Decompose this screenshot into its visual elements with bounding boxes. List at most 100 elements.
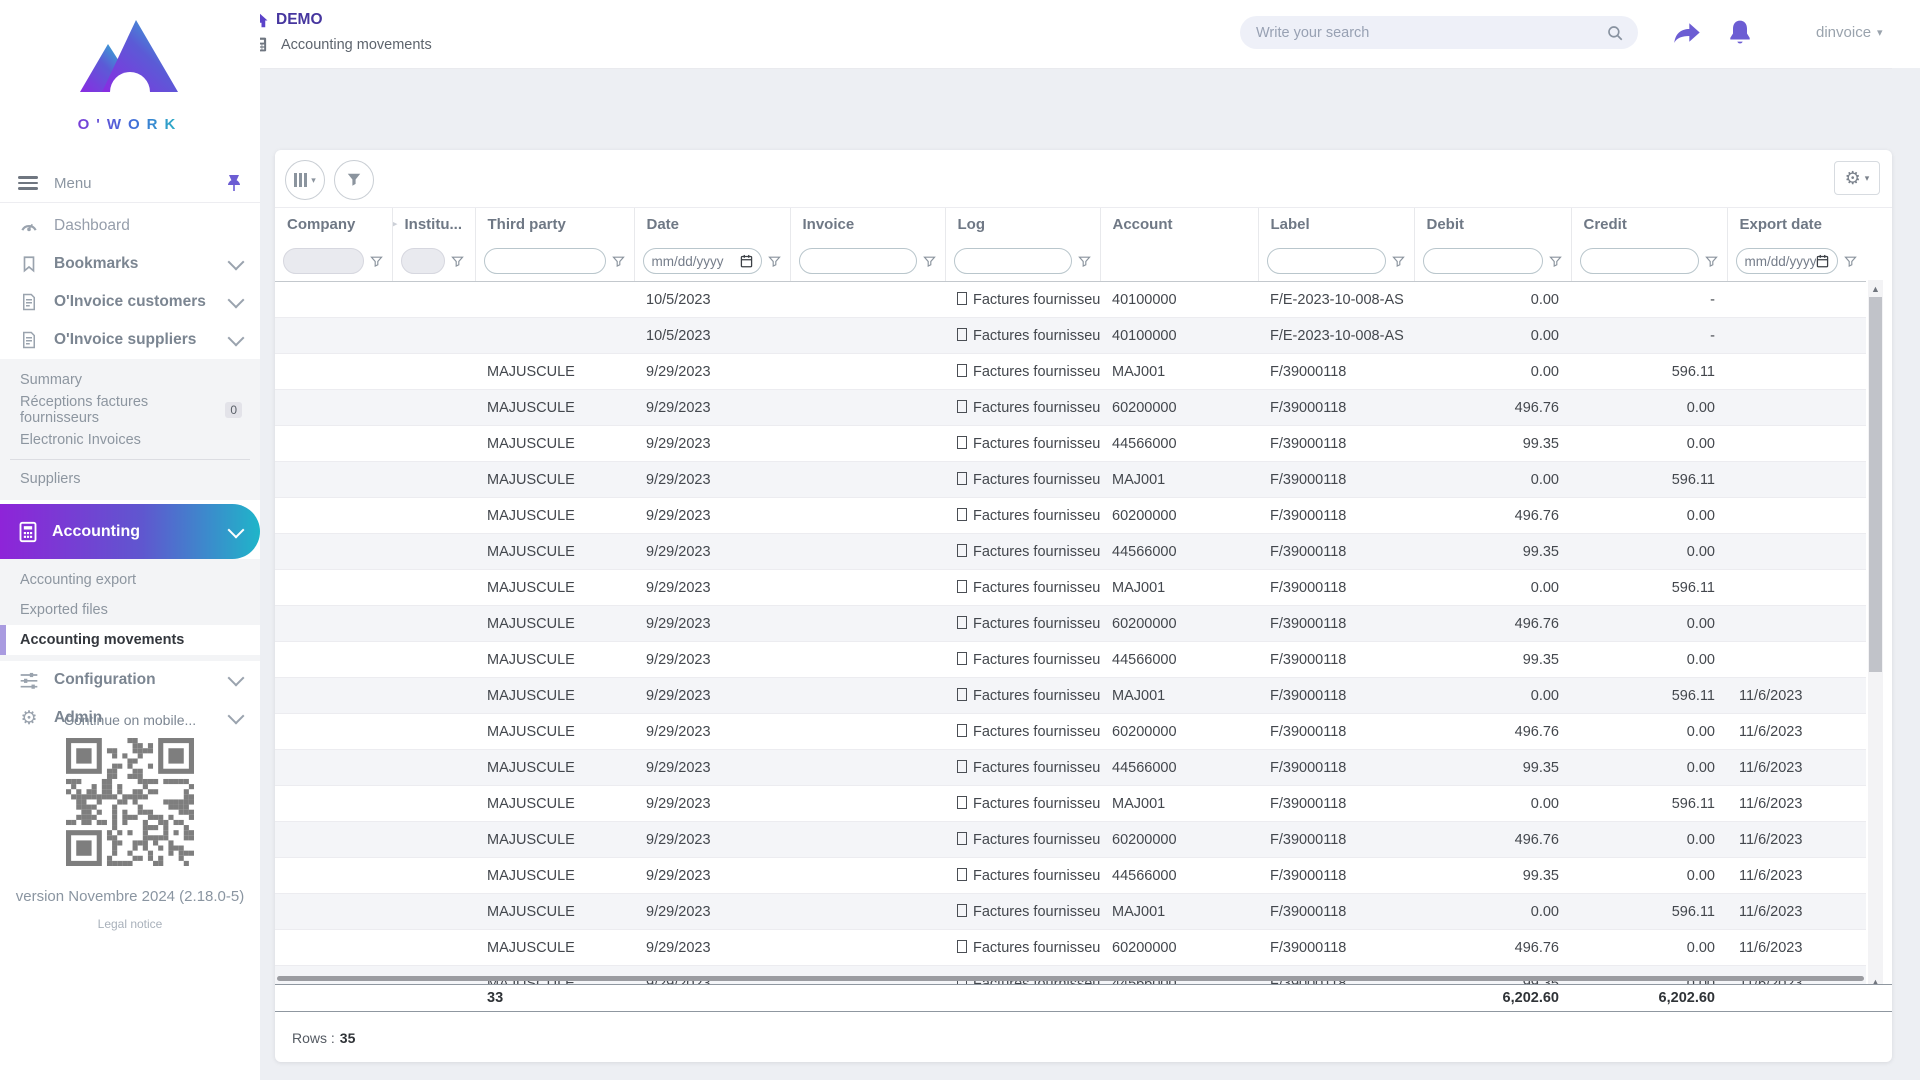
sidebar-item-dashboard[interactable]: Dashboard xyxy=(0,207,260,245)
submenu-item-exported-files[interactable]: Exported files xyxy=(0,595,260,625)
brand-name: O'WORK xyxy=(77,116,183,133)
funnel-icon[interactable] xyxy=(611,255,626,268)
filter-row: mm/dd/yyyy mm/dd/yyyy xyxy=(275,241,1866,282)
submenu-item-receptions[interactable]: Réceptions factures fournisseurs 0 xyxy=(0,394,260,426)
col-header-date[interactable]: Date xyxy=(633,208,790,241)
submenu-item-electronic-invoices[interactable]: Electronic Invoices xyxy=(0,425,260,455)
filter-credit-input[interactable] xyxy=(1579,248,1699,274)
table-row[interactable]: MAJUSCULE 9/29/2023 Factures fournisseurs 6… xyxy=(275,929,1866,966)
table-body: 10/5/2023 Factures fournisseurs 40100000 F/… xyxy=(275,281,1866,1002)
chevron-down-icon xyxy=(227,521,245,538)
sidebar-item-accounting[interactable]: Accounting xyxy=(0,504,260,559)
user-menu[interactable]: dinvoice ▾ xyxy=(1816,24,1883,41)
missing-glyph-icon xyxy=(957,939,967,953)
app-root: O'WORK Menu Dashboard Bookmarks O'Invoic… xyxy=(0,0,1920,1080)
table-row[interactable]: MAJUSCULE 9/29/2023 Factures fournisseurs M… xyxy=(275,893,1866,930)
table-row[interactable]: MAJUSCULE 9/29/2023 Factures fournisseurs 6… xyxy=(275,389,1866,426)
brand-logo: O'WORK xyxy=(0,0,260,164)
table-row[interactable]: MAJUSCULE 9/29/2023 Factures fournisseurs M… xyxy=(275,353,1866,390)
filter-button[interactable] xyxy=(334,160,374,200)
search-icon[interactable] xyxy=(1606,24,1624,42)
table-row[interactable]: MAJUSCULE 9/29/2023 Factures fournisseurs 6… xyxy=(275,821,1866,858)
filter-invoice-input[interactable] xyxy=(798,248,917,274)
filter-label-input[interactable] xyxy=(1266,248,1386,274)
missing-glyph-icon xyxy=(957,723,967,737)
suppliers-submenu: Summary Réceptions factures fournisseurs… xyxy=(0,359,260,500)
bell-icon[interactable] xyxy=(1727,19,1753,47)
col-header-credit[interactable]: Credit xyxy=(1570,208,1727,241)
vertical-scrollbar[interactable]: ▲ ▲ ▼ xyxy=(1868,280,1883,1012)
user-name: dinvoice xyxy=(1816,24,1872,41)
scrollbar-thumb[interactable] xyxy=(1869,297,1882,672)
table-row[interactable]: MAJUSCULE 9/29/2023 Factures fournisseurs 6… xyxy=(275,713,1866,750)
table-row[interactable]: MAJUSCULE 9/29/2023 Factures fournisseurs M… xyxy=(275,569,1866,606)
caret-down-icon: ▾ xyxy=(1864,172,1870,183)
sidebar-item-oinvoice-suppliers[interactable]: O'Invoice suppliers xyxy=(0,321,260,359)
col-header-label[interactable]: Label xyxy=(1257,208,1414,241)
table-row[interactable]: MAJUSCULE 9/29/2023 Factures fournisseurs M… xyxy=(275,785,1866,822)
funnel-icon[interactable] xyxy=(1548,255,1563,268)
col-header-log[interactable]: Log xyxy=(944,208,1100,241)
funnel-icon[interactable] xyxy=(1077,255,1092,268)
qr-code xyxy=(66,738,194,866)
columns-button[interactable]: ▾ xyxy=(285,160,325,200)
legal-notice-link[interactable]: Legal notice xyxy=(0,917,260,931)
funnel-icon[interactable] xyxy=(1704,255,1719,268)
funnel-icon[interactable] xyxy=(450,255,465,268)
share-icon[interactable] xyxy=(1672,19,1702,46)
filter-export-date-input[interactable]: mm/dd/yyyy xyxy=(1735,248,1838,274)
col-header-export-date[interactable]: Export date xyxy=(1726,208,1866,241)
filter-log-input[interactable] xyxy=(953,248,1072,274)
filter-date-input[interactable]: mm/dd/yyyy xyxy=(642,248,762,274)
table-row[interactable]: 10/5/2023 Factures fournisseurs 40100000 F/… xyxy=(275,281,1866,318)
submenu-item-suppliers[interactable]: Suppliers xyxy=(0,464,260,494)
rows-count-value: 35 xyxy=(339,1030,356,1046)
table-row[interactable]: 10/5/2023 Factures fournisseurs 40100000 F/… xyxy=(275,317,1866,354)
filter-debit-input[interactable] xyxy=(1422,248,1543,274)
search-input[interactable] xyxy=(1254,23,1606,42)
missing-glyph-icon xyxy=(957,867,967,881)
sidebar-item-bookmarks[interactable]: Bookmarks xyxy=(0,245,260,283)
hamburger-icon[interactable] xyxy=(18,176,38,190)
calendar-icon xyxy=(1816,254,1829,268)
col-header-company[interactable]: Company xyxy=(275,208,392,241)
sidebar-item-configuration[interactable]: Configuration xyxy=(0,661,260,699)
scroll-up-icon[interactable]: ▲ xyxy=(1868,281,1883,296)
version-text: version Novembre 2024 (2.18.0-5) xyxy=(15,888,245,905)
table-row[interactable]: MAJUSCULE9/29/2023Factures fournisseurs4… xyxy=(275,533,1866,570)
sliders-icon xyxy=(18,671,40,689)
funnel-icon[interactable] xyxy=(1391,255,1406,268)
col-header-debit[interactable]: Debit xyxy=(1413,208,1571,241)
horizontal-scrollbar[interactable] xyxy=(277,976,1864,981)
table-row[interactable]: MAJUSCULE 9/29/2023 Factures fournisseurs 6… xyxy=(275,605,1866,642)
sidebar: O'WORK Menu Dashboard Bookmarks O'Invoic… xyxy=(0,0,260,1080)
submenu-item-summary[interactable]: Summary xyxy=(0,365,260,395)
pin-icon[interactable] xyxy=(226,174,242,192)
submenu-item-accounting-export[interactable]: Accounting export xyxy=(0,565,260,595)
funnel-icon[interactable] xyxy=(922,255,937,268)
sidebar-item-oinvoice-customers[interactable]: O'Invoice customers xyxy=(0,283,260,321)
funnel-icon[interactable] xyxy=(369,255,384,268)
submenu-item-accounting-movements[interactable]: Accounting movements xyxy=(0,625,260,655)
col-header-invoice[interactable]: Invoice xyxy=(789,208,945,241)
global-search xyxy=(1240,16,1638,49)
table-row[interactable]: MAJUSCULE 9/29/2023 Factures fournisseurs M… xyxy=(275,461,1866,498)
filter-third-party-input[interactable] xyxy=(483,248,606,274)
page-title: DEMO xyxy=(276,11,323,28)
table-row[interactable]: MAJUSCULE9/29/2023Factures fournisseurs4… xyxy=(275,749,1866,786)
main-content: ▾ ⚙ ▾ Company Institu... Third party Dat… xyxy=(260,68,1920,1080)
table-row[interactable]: MAJUSCULE 9/29/2023 Factures fournisseurs M… xyxy=(275,677,1866,714)
expand-column-icon[interactable]: ▶ xyxy=(393,217,397,230)
funnel-icon[interactable] xyxy=(767,255,782,268)
table-row[interactable]: MAJUSCULE9/29/2023Factures fournisseurs4… xyxy=(275,857,1866,894)
table-settings-button[interactable]: ⚙ ▾ xyxy=(1834,161,1880,195)
col-header-institution[interactable]: ▶Institu... xyxy=(391,208,475,241)
col-header-account[interactable]: Account xyxy=(1099,208,1258,241)
col-header-third-party[interactable]: Third party xyxy=(474,208,634,241)
funnel-icon[interactable] xyxy=(1844,255,1858,268)
table-row[interactable]: MAJUSCULE9/29/2023Factures fournisseurs4… xyxy=(275,641,1866,678)
table-row[interactable]: MAJUSCULE 9/29/2023 Factures fournisseurs 6… xyxy=(275,497,1866,534)
missing-glyph-icon xyxy=(957,435,967,449)
totals-row: 33 6,202.60 6,202.60 xyxy=(275,984,1892,1012)
table-row[interactable]: MAJUSCULE9/29/2023Factures fournisseurs4… xyxy=(275,425,1866,462)
